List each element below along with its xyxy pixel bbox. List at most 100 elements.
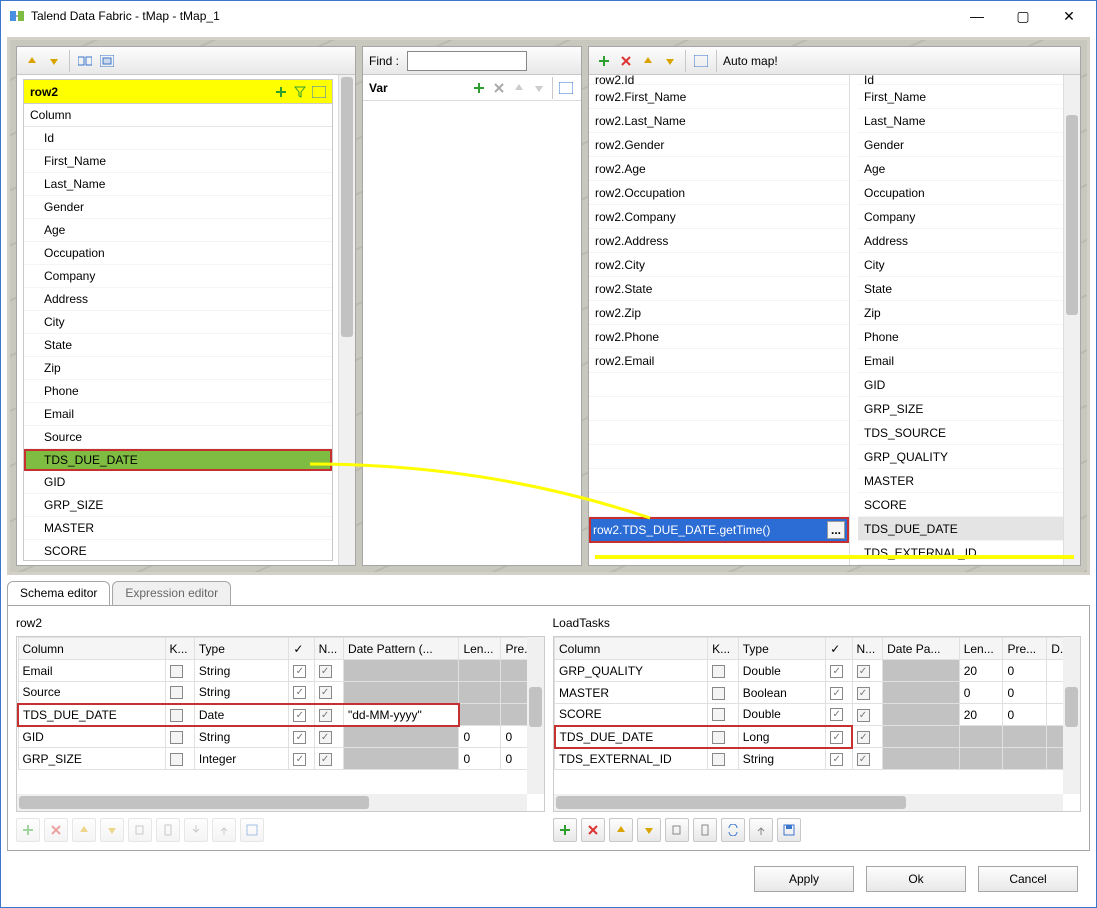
copy-button[interactable] bbox=[665, 818, 689, 842]
n-checkbox[interactable] bbox=[857, 731, 870, 744]
output-row[interactable]: Zip bbox=[858, 301, 1080, 325]
n-checkbox[interactable] bbox=[857, 687, 870, 700]
key-checkbox[interactable] bbox=[170, 753, 183, 766]
expression-editor-button[interactable]: ... bbox=[827, 521, 845, 539]
expression-row[interactable]: row2.City bbox=[589, 253, 849, 277]
expression-row[interactable]: row2.Zip bbox=[589, 301, 849, 325]
column-header[interactable]: Type bbox=[194, 638, 288, 660]
output-row[interactable]: MASTER bbox=[858, 469, 1080, 493]
key-checkbox[interactable] bbox=[712, 687, 725, 700]
input-column-row[interactable]: MASTER bbox=[24, 517, 332, 540]
key-checkbox[interactable] bbox=[712, 708, 725, 721]
table-row[interactable]: EmailString bbox=[18, 660, 543, 682]
arrow-down-icon[interactable] bbox=[45, 52, 63, 70]
find-input[interactable] bbox=[407, 51, 527, 71]
input-column-row[interactable]: Gender bbox=[24, 196, 332, 219]
output-row[interactable]: TDS_SOURCE bbox=[858, 421, 1080, 445]
expression-row[interactable]: row2.Id bbox=[589, 75, 849, 85]
output-row[interactable]: GID bbox=[858, 373, 1080, 397]
n-checkbox[interactable] bbox=[857, 709, 870, 722]
nullable-checkbox[interactable] bbox=[293, 665, 306, 678]
row-down-button[interactable] bbox=[637, 818, 661, 842]
ok-button[interactable]: Ok bbox=[866, 866, 966, 892]
output-scrollbar[interactable] bbox=[1063, 75, 1080, 565]
table-row[interactable]: GRP_QUALITYDouble200 bbox=[555, 660, 1080, 682]
row-up-button[interactable] bbox=[609, 818, 633, 842]
schema-right-vscroll[interactable] bbox=[1063, 637, 1080, 794]
output-row[interactable]: City bbox=[858, 253, 1080, 277]
expression-row[interactable]: row2.Gender bbox=[589, 133, 849, 157]
input-column-row[interactable]: First_Name bbox=[24, 150, 332, 173]
key-checkbox[interactable] bbox=[170, 709, 183, 722]
column-header[interactable]: ✓ bbox=[826, 638, 852, 660]
input-column-row[interactable]: Zip bbox=[24, 357, 332, 380]
output-expand-icon[interactable] bbox=[692, 52, 710, 70]
expression-row[interactable]: row2.TDS_DUE_DATE.getTime()... bbox=[589, 517, 849, 543]
automap-button[interactable]: Auto map! bbox=[723, 54, 778, 68]
var-up-icon[interactable] bbox=[510, 79, 528, 97]
expression-row[interactable] bbox=[589, 373, 849, 397]
n-checkbox[interactable] bbox=[319, 709, 332, 722]
column-header[interactable]: N... bbox=[314, 638, 343, 660]
column-header[interactable]: Date Pattern (... bbox=[343, 638, 458, 660]
output-row[interactable]: Last_Name bbox=[858, 109, 1080, 133]
output-row[interactable]: Address bbox=[858, 229, 1080, 253]
column-header[interactable]: Date Pa... bbox=[883, 638, 960, 660]
var-expand-icon[interactable] bbox=[557, 79, 575, 97]
input-column-row[interactable]: Company bbox=[24, 265, 332, 288]
output-row[interactable]: Gender bbox=[858, 133, 1080, 157]
input-scrollbar[interactable] bbox=[338, 75, 355, 565]
table-row[interactable]: TDS_DUE_DATEDate"dd-MM-yyyy" bbox=[18, 704, 543, 726]
output-row[interactable]: GRP_SIZE bbox=[858, 397, 1080, 421]
nullable-checkbox[interactable] bbox=[293, 753, 306, 766]
expression-row[interactable] bbox=[589, 493, 849, 517]
expression-row[interactable] bbox=[589, 469, 849, 493]
schema-left-vscroll[interactable] bbox=[527, 637, 544, 794]
expression-row[interactable] bbox=[589, 421, 849, 445]
output-down-icon[interactable] bbox=[661, 52, 679, 70]
column-header[interactable]: Len... bbox=[459, 638, 501, 660]
input-column-row[interactable]: Id bbox=[24, 127, 332, 150]
expression-row[interactable]: row2.Phone bbox=[589, 325, 849, 349]
minimize-button[interactable]: — bbox=[954, 1, 1000, 31]
output-row[interactable]: Email bbox=[858, 349, 1080, 373]
table-row[interactable]: MASTERBoolean00 bbox=[555, 682, 1080, 704]
nullable-checkbox[interactable] bbox=[830, 665, 843, 678]
n-checkbox[interactable] bbox=[857, 665, 870, 678]
input-column-row[interactable]: TDS_DUE_DATE bbox=[24, 449, 332, 471]
schema-left-hscroll[interactable] bbox=[17, 794, 527, 811]
editor-icon[interactable] bbox=[310, 83, 328, 101]
table-row[interactable]: TDS_DUE_DATELong bbox=[555, 726, 1080, 748]
expression-row[interactable]: row2.Age bbox=[589, 157, 849, 181]
layout-icon[interactable] bbox=[76, 52, 94, 70]
column-header[interactable]: Column bbox=[18, 638, 165, 660]
input-column-row[interactable]: Last_Name bbox=[24, 173, 332, 196]
key-checkbox[interactable] bbox=[712, 731, 725, 744]
output-row[interactable]: Id bbox=[858, 75, 1080, 85]
tab-schema-editor[interactable]: Schema editor bbox=[7, 581, 110, 605]
nullable-checkbox[interactable] bbox=[830, 753, 843, 766]
nullable-checkbox[interactable] bbox=[293, 731, 306, 744]
n-checkbox[interactable] bbox=[319, 686, 332, 699]
nullable-checkbox[interactable] bbox=[830, 731, 843, 744]
input-column-row[interactable]: SCORE bbox=[24, 540, 332, 561]
expression-row[interactable]: row2.Company bbox=[589, 205, 849, 229]
expression-row[interactable]: row2.Email bbox=[589, 349, 849, 373]
input-table-header[interactable]: row2 bbox=[24, 80, 332, 104]
add-input-icon[interactable] bbox=[272, 83, 290, 101]
add-var-icon[interactable] bbox=[470, 79, 488, 97]
save-button[interactable] bbox=[777, 818, 801, 842]
table-row[interactable]: TDS_EXTERNAL_IDString bbox=[555, 748, 1080, 770]
nullable-checkbox[interactable] bbox=[830, 708, 843, 721]
table-row[interactable]: SCOREDouble200 bbox=[555, 704, 1080, 726]
key-checkbox[interactable] bbox=[712, 753, 725, 766]
column-header[interactable]: Pre... bbox=[1003, 638, 1047, 660]
tab-expression-editor[interactable]: Expression editor bbox=[112, 581, 231, 605]
sync-button[interactable] bbox=[721, 818, 745, 842]
expression-row[interactable]: row2.First_Name bbox=[589, 85, 849, 109]
expression-row[interactable] bbox=[589, 445, 849, 469]
column-header[interactable]: K... bbox=[708, 638, 739, 660]
n-checkbox[interactable] bbox=[319, 731, 332, 744]
column-header[interactable]: K... bbox=[165, 638, 194, 660]
export-button[interactable] bbox=[749, 818, 773, 842]
